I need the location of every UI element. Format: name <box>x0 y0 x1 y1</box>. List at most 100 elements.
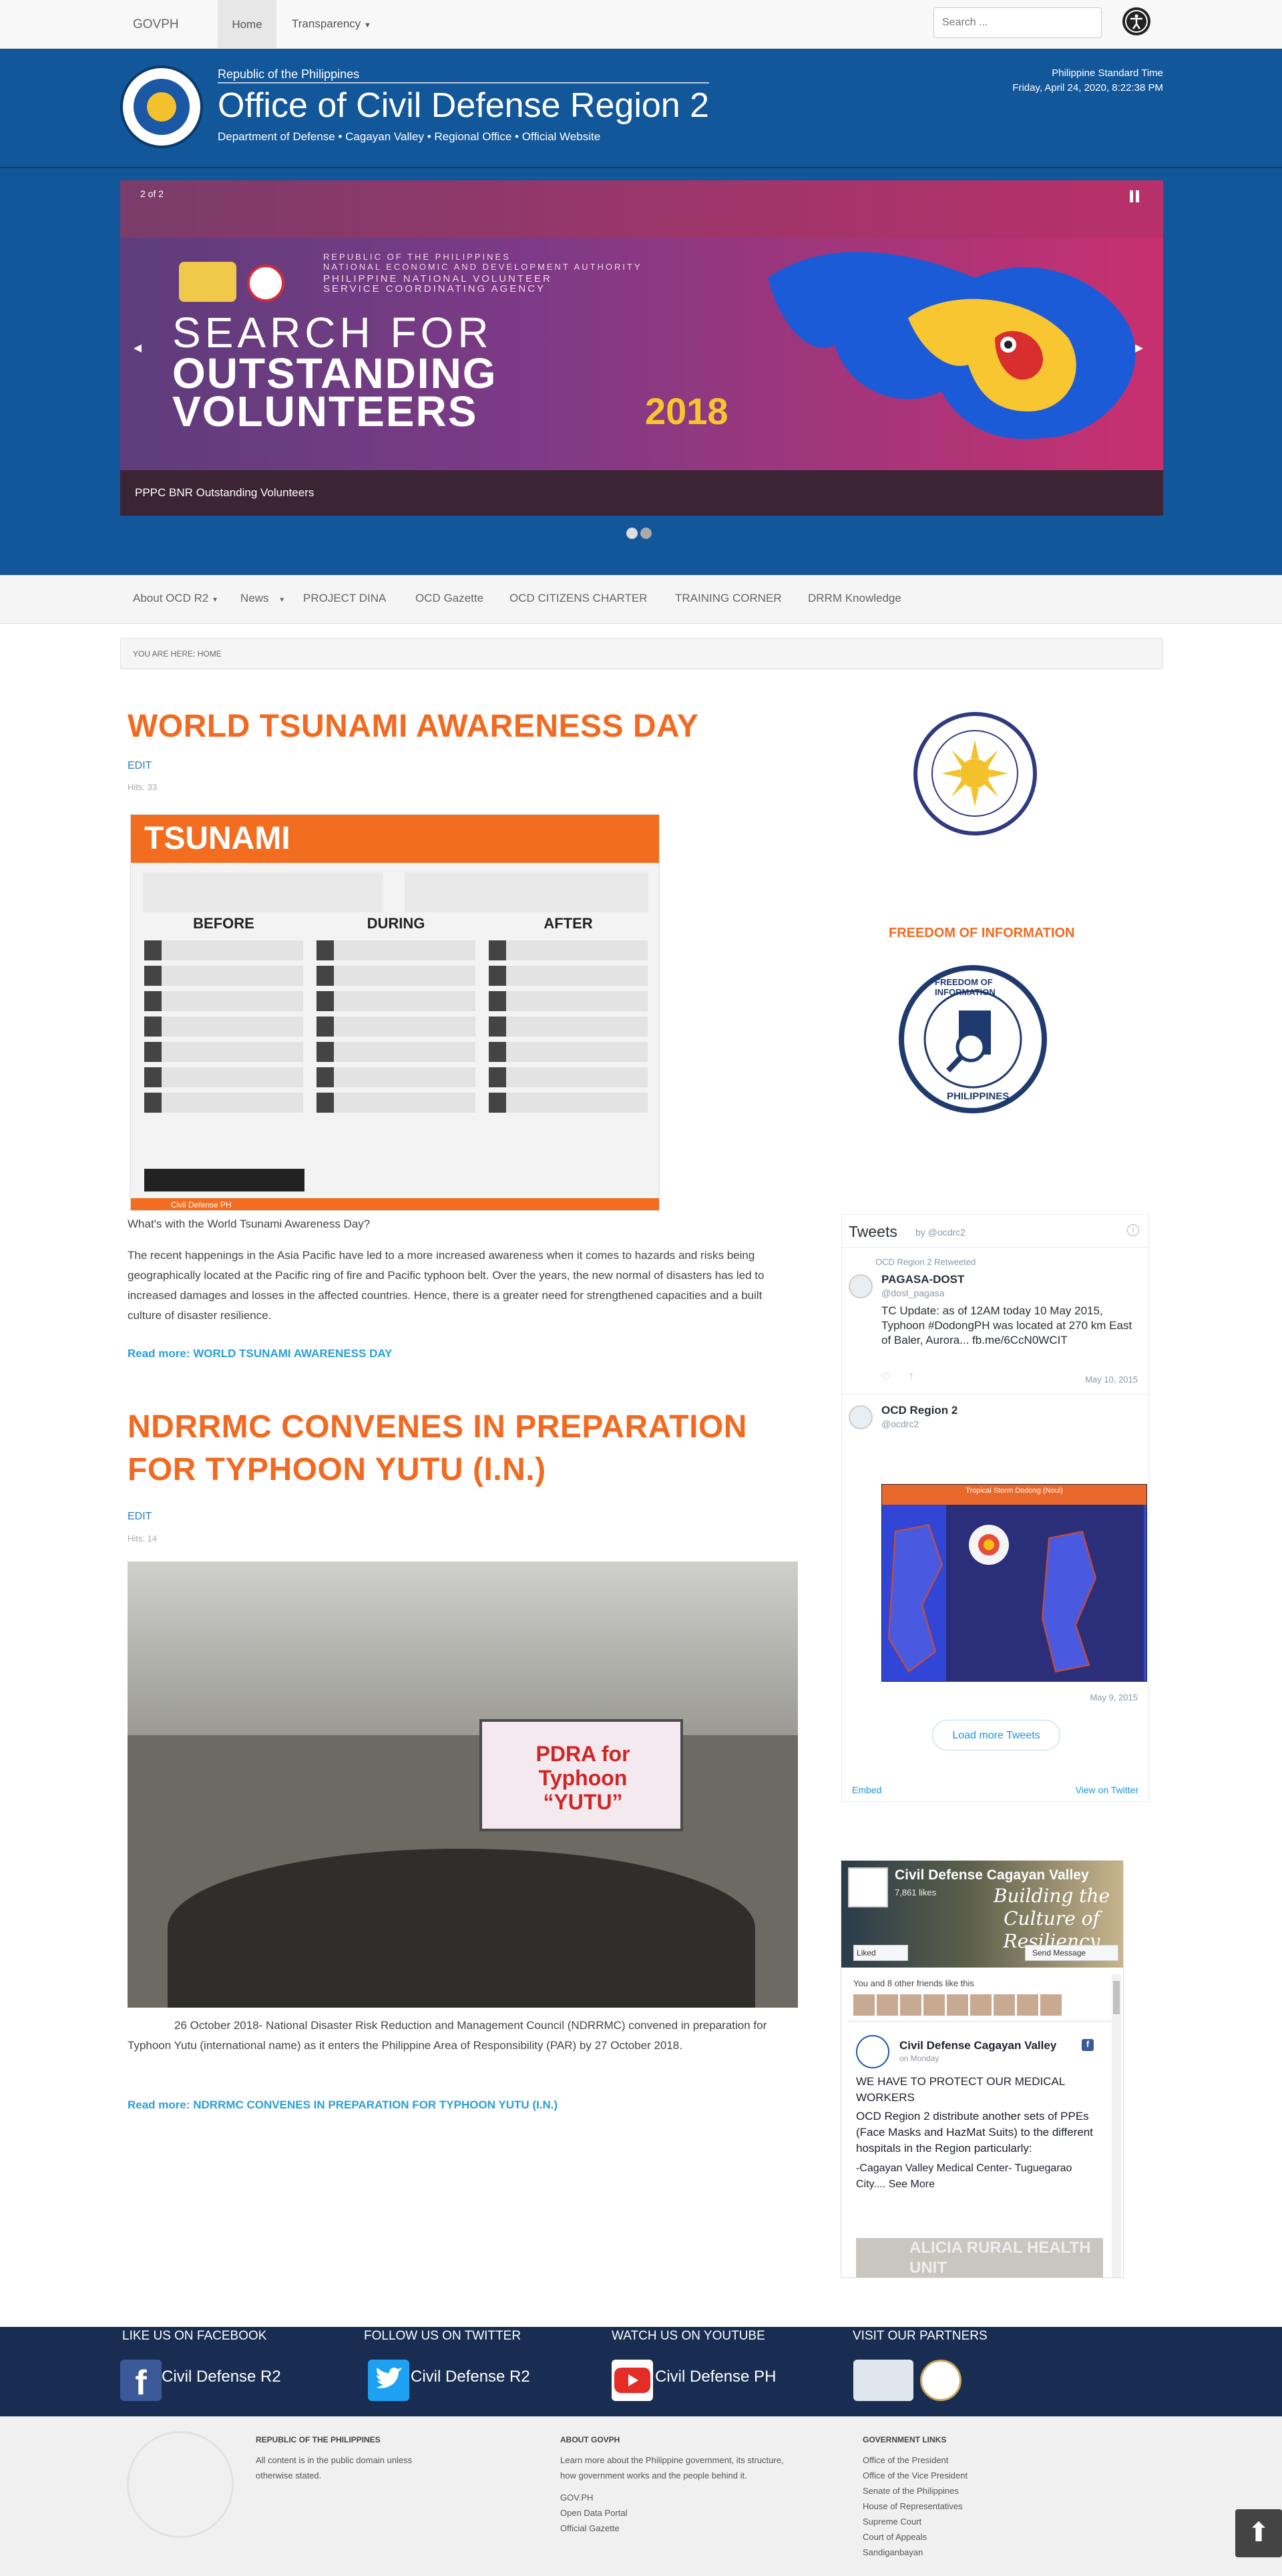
info-icon[interactable]: i <box>1127 1224 1139 1236</box>
footer-link[interactable]: Office of the President <box>863 2452 1063 2468</box>
nav-citizens-charter[interactable]: OCD CITIZENS CHARTER <box>509 592 648 605</box>
facebook-icon[interactable]: f <box>120 2360 162 2402</box>
edit-link[interactable]: EDIT <box>128 760 152 772</box>
carousel-dot-2[interactable] <box>640 528 652 539</box>
nav-ocd-gazette[interactable]: OCD Gazette <box>415 592 483 605</box>
fb-post-more[interactable]: -Cagayan Valley Medical Center- Tuguegar… <box>856 2161 1103 2193</box>
tweet-handle[interactable]: @dost_pagasa <box>881 1288 944 1298</box>
avatar[interactable] <box>849 1274 873 1298</box>
twitter-icon[interactable] <box>368 2360 409 2401</box>
nav-training-corner[interactable]: TRAINING CORNER <box>675 592 782 605</box>
tweet-author[interactable]: PAGASA-DOST <box>881 1273 964 1286</box>
view-on-twitter-link[interactable]: View on Twitter <box>1076 1785 1138 1795</box>
fb-page-name[interactable]: Civil Defense Cagayan Valley <box>895 1867 1089 1883</box>
ndrrmc-partner-logo[interactable] <box>853 2360 913 2401</box>
tweet-date[interactable]: May 9, 2015 <box>1090 1692 1138 1702</box>
dnd-partner-logo[interactable] <box>920 2360 962 2401</box>
foi-title[interactable]: FREEDOM OF INFORMATION <box>889 926 1075 941</box>
projection-text: PDRA for Typhoon “YUTU” <box>536 1742 630 1814</box>
footer-col2-text: Learn more about the Philippine governme… <box>560 2455 784 2480</box>
transparency-menu[interactable]: Transparency ▼ <box>292 17 371 31</box>
ocd-seal-logo[interactable] <box>120 65 203 148</box>
facebook-page-plugin[interactable]: Civil Defense Cagayan Valley 7,861 likes… <box>841 1860 1124 2278</box>
infographic-after: AFTER <box>485 915 652 1182</box>
footer-link[interactable]: Office of the Vice President <box>863 2468 1063 2483</box>
fb-send-message-button[interactable]: Send Message <box>1025 1945 1118 1961</box>
nav-about[interactable]: About OCD R2 ▼ <box>133 592 218 605</box>
footer-link[interactable]: Court of Appeals <box>863 2529 1063 2545</box>
tweet-author[interactable]: OCD Region 2 <box>881 1404 957 1417</box>
pst-clock: Philippine Standard Time Friday, April 2… <box>976 66 1163 96</box>
fb-liked-button[interactable]: Liked <box>853 1945 908 1961</box>
tweets-by[interactable]: by @ocdrc2 <box>915 1227 966 1238</box>
infographic-banner: TSUNAMI <box>131 815 659 863</box>
site-subtitle: Department of Defense • Cagayan Valley •… <box>218 130 601 143</box>
share-icon[interactable]: ↑ <box>909 1370 914 1383</box>
footer-link[interactable]: House of Representatives <box>863 2499 1063 2514</box>
read-more-link[interactable]: Read more: WORLD TSUNAMI AWARENESS DAY <box>128 1347 392 1360</box>
nav-project-dina[interactable]: PROJECT DINA <box>303 592 386 605</box>
tweet-handle[interactable]: @ocdrc2 <box>881 1419 919 1429</box>
infographic-footer-text: Civil Defense PH <box>171 1200 232 1210</box>
fb-post-time[interactable]: on Monday <box>899 2054 939 2063</box>
pnvsca-logo <box>247 264 284 302</box>
heart-icon[interactable]: ♡ <box>881 1370 891 1384</box>
avatar[interactable] <box>849 1405 873 1429</box>
fb-post: Civil Defense Cagayan Valley f on Monday… <box>848 2021 1112 2277</box>
home-link[interactable]: Home <box>218 0 276 49</box>
typhoon-map-image[interactable]: Tropical Storm Dodong (Noul) <box>881 1484 1147 1682</box>
facebook-link[interactable]: Civil Defense R2 <box>162 2368 281 2386</box>
nav-about-label: About OCD R2 <box>133 592 209 604</box>
arrow-up-icon: ⬆ <box>1247 2518 1270 2547</box>
footer-link[interactable]: Sandiganbayan <box>863 2545 1063 2560</box>
infographic-footer: Civil Defense PH <box>131 1198 659 1210</box>
article-lead: What's with the World Tsunami Awareness … <box>128 1218 371 1230</box>
fb-slogan: Building the Culture of Resiliency <box>993 1885 1110 1952</box>
fb-post-author[interactable]: Civil Defense Cagayan Valley <box>899 2039 1056 2052</box>
edit-link[interactable]: EDIT <box>128 1511 152 1523</box>
scroll-to-top-button[interactable]: ⬆ <box>1235 2509 1282 2557</box>
fb-post-title: WE HAVE TO PROTECT OUR MEDICAL WORKERS <box>856 2075 1065 2104</box>
carousel-dot-1[interactable] <box>626 528 638 539</box>
tweet-date[interactable]: May 10, 2015 <box>1085 1374 1138 1385</box>
footer-link[interactable]: Open Data Portal <box>560 2505 797 2521</box>
infographic-logos <box>144 1169 304 1191</box>
fb-post-avatar[interactable] <box>856 2035 889 2068</box>
search-input[interactable] <box>933 7 1102 38</box>
caret-down-icon: ▼ <box>212 596 219 604</box>
fb-scrollbar[interactable] <box>1112 1974 1121 2277</box>
nav-drrm-knowledge[interactable]: DRRM Knowledge <box>808 592 901 605</box>
transparency-seal-logo[interactable]: PHILIPPINE TRANSPARENCY SEAL <box>913 712 1037 836</box>
slide-agency-text: REPUBLIC OF THE PHILIPPINES NATIONAL ECO… <box>323 252 642 294</box>
hits-count: Hits: 33 <box>128 782 158 792</box>
foi-logo[interactable]: FREEDOM OF INFORMATION PHILIPPINES <box>899 965 1047 1113</box>
embed-link[interactable]: Embed <box>852 1785 881 1795</box>
load-more-tweets-button[interactable]: Load more Tweets <box>932 1720 1060 1751</box>
twitter-link[interactable]: Civil Defense R2 <box>411 2368 530 2386</box>
carousel-next-icon[interactable]: ▸ <box>1135 338 1143 357</box>
transparency-ring-text: PHILIPPINE TRANSPARENCY SEAL <box>917 716 918 717</box>
article-title[interactable]: NDRRMC CONVENES IN PREPARATION FOR TYPHOO… <box>128 1406 747 1491</box>
youtube-icon[interactable] <box>612 2360 653 2401</box>
read-more-link[interactable]: Read more: NDRRMC CONVENES IN PREPARATIO… <box>128 2098 558 2112</box>
fb-post-image[interactable]: ALICIA RURAL HEALTH UNIT <box>856 2238 1103 2277</box>
carousel-top-band <box>120 180 1163 238</box>
tweet[interactable]: OCD Region 2 Retweeted PAGASA-DOST @dost… <box>842 1247 1150 1394</box>
slide-line1: REPUBLIC OF THE PHILIPPINES <box>323 252 511 262</box>
footer-link[interactable]: GOV.PH <box>560 2490 797 2505</box>
footer-link[interactable]: Official Gazette <box>560 2521 797 2536</box>
slide-headline3: VOLUNTEERS <box>172 387 478 435</box>
pst-label: Philippine Standard Time <box>1052 67 1163 79</box>
site-title[interactable]: Office of Civil Defense Region 2 <box>218 82 710 124</box>
footer-link[interactable]: Supreme Court <box>863 2514 1063 2529</box>
accessibility-icon[interactable] <box>1122 7 1150 35</box>
volunteer-mascot-icon <box>768 252 1136 439</box>
nav-news[interactable]: News ▼ <box>240 592 285 605</box>
fb-page-logo[interactable] <box>848 1867 888 1907</box>
footer-link[interactable]: Senate of the Philippines <box>863 2483 1063 2499</box>
youtube-link[interactable]: Civil Defense PH <box>655 2368 776 2386</box>
article-title[interactable]: WORLD TSUNAMI AWARENESS DAY <box>128 705 698 748</box>
pause-icon[interactable] <box>1130 190 1139 202</box>
govph-link[interactable]: GOVPH <box>133 17 179 32</box>
carousel-prev-icon[interactable]: ◂ <box>134 338 142 357</box>
